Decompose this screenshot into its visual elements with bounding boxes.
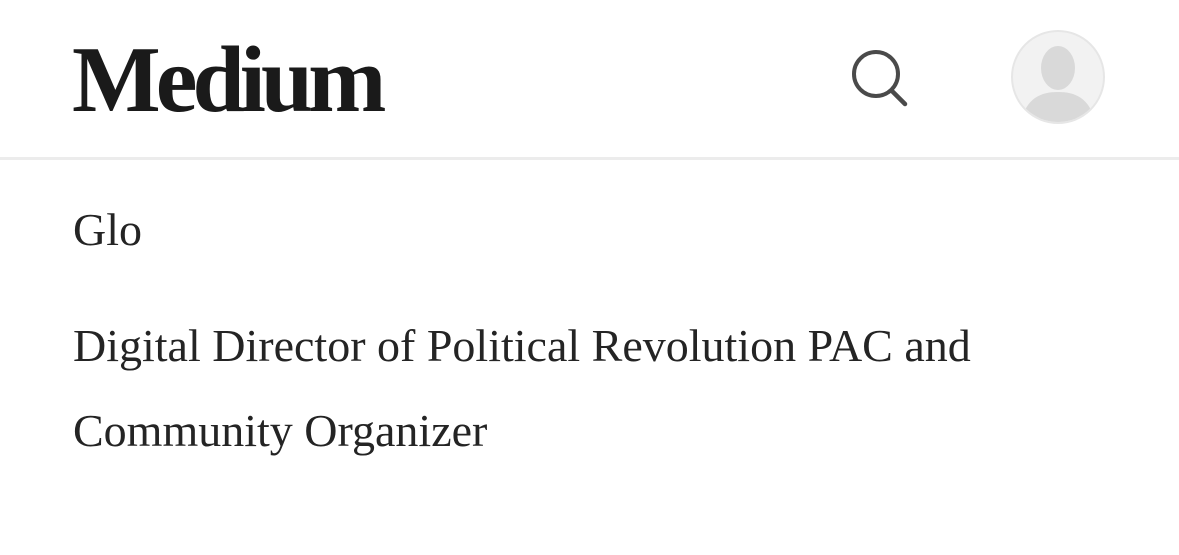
search-button[interactable] [846, 45, 912, 111]
search-icon [852, 50, 908, 107]
user-avatar-icon [1021, 46, 1095, 122]
top-app-bar: Medium [0, 0, 1179, 160]
profile-name: Glo [73, 204, 142, 255]
user-avatar-button[interactable] [1011, 30, 1105, 124]
profile-bio: Digital Director of Political Revolution… [73, 320, 971, 456]
profile-section: Glo Digital Director of Political Revolu… [73, 160, 1133, 473]
medium-logo[interactable]: Medium [72, 30, 386, 130]
